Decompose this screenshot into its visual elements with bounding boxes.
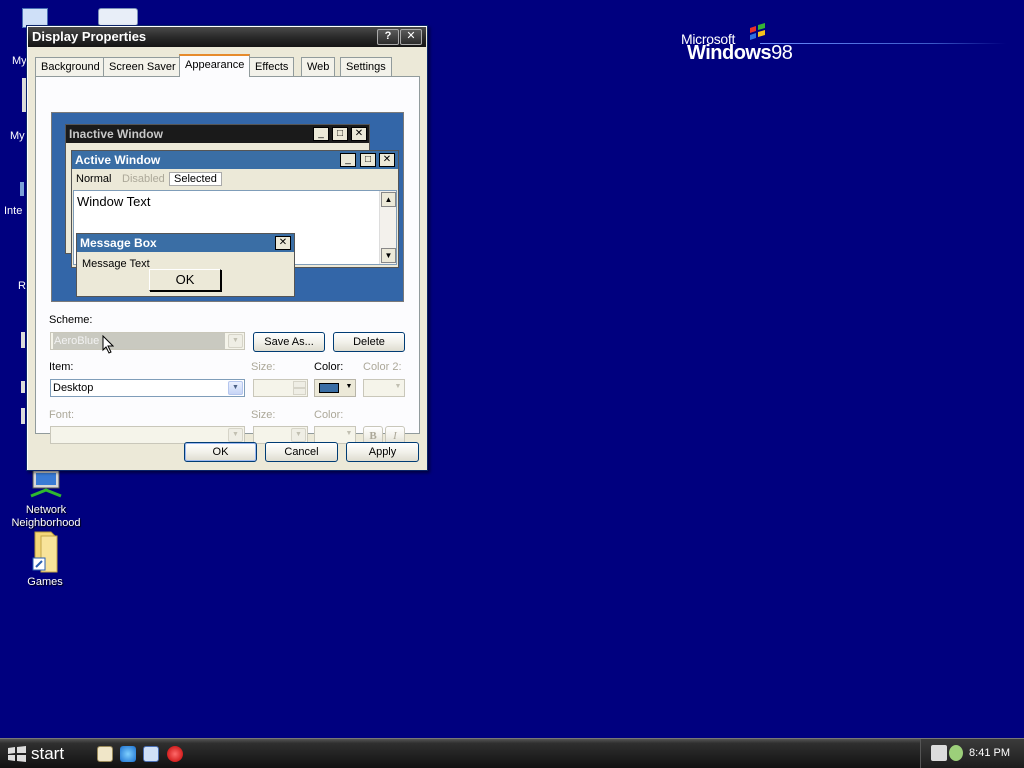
font-size-label: Size: bbox=[251, 409, 276, 421]
color-swatch bbox=[319, 383, 339, 393]
scheme-select[interactable]: AeroBlue ▼ bbox=[50, 332, 245, 350]
tab-web[interactable]: Web bbox=[301, 57, 336, 77]
network-tray-icon[interactable] bbox=[931, 745, 947, 761]
close-icon: ✕ bbox=[406, 30, 416, 42]
start-label: start bbox=[31, 744, 65, 763]
close-icon: ✕ bbox=[379, 153, 395, 167]
network-neighborhood-label-1: Network bbox=[25, 504, 67, 516]
display-properties-dialog: Display Properties ? ✕ Background Screen… bbox=[26, 25, 428, 471]
chevron-down-icon[interactable]: ▼ bbox=[228, 428, 243, 442]
desktop-icon-partial-edge bbox=[21, 332, 25, 348]
preview-message-box: Message Box ✕ Message Text OK bbox=[76, 233, 295, 297]
font-label: Font: bbox=[49, 409, 75, 421]
desktop-icon-outlook-partial[interactable] bbox=[96, 2, 140, 26]
mouse-cursor-icon bbox=[102, 335, 114, 354]
scroll-up-icon: ▲ bbox=[381, 192, 396, 207]
preview-msgbox-titlebar: Message Box bbox=[77, 234, 294, 252]
item-label: Item: bbox=[49, 361, 74, 373]
desktop-label-partial-2: My bbox=[10, 130, 25, 142]
chevron-down-icon[interactable]: ▼ bbox=[344, 381, 354, 395]
close-icon: ✕ bbox=[351, 127, 367, 141]
tab-strip: Background Screen Saver Appearance Effec… bbox=[35, 54, 419, 77]
chevron-down-icon[interactable]: ▼ bbox=[393, 381, 403, 395]
network-neighborhood-label-2: Neighborhood bbox=[11, 517, 81, 529]
desktop-icon-games[interactable]: Games bbox=[12, 530, 78, 589]
taskbar: start 8:41 PM bbox=[0, 738, 1024, 768]
envelope-icon bbox=[98, 8, 138, 26]
apply-button[interactable]: Apply bbox=[346, 442, 419, 462]
chevron-down-icon[interactable]: ▼ bbox=[291, 428, 306, 442]
desktop-label-partial-1: My bbox=[12, 55, 27, 67]
preview-menu-normal: Normal bbox=[76, 173, 112, 185]
size-label: Size: bbox=[251, 361, 276, 373]
item-color-picker[interactable]: ▼ bbox=[314, 379, 356, 397]
spin-up-icon[interactable] bbox=[293, 381, 306, 388]
desktop-label-partial-4: R bbox=[18, 280, 26, 292]
delete-button[interactable]: Delete bbox=[333, 332, 405, 352]
show-desktop-icon[interactable] bbox=[97, 746, 113, 762]
outlook-express-icon[interactable] bbox=[143, 746, 159, 762]
ok-button[interactable]: OK bbox=[184, 442, 257, 462]
appearance-preview: Inactive Window _ □ ✕ Active Window _ □ … bbox=[51, 112, 404, 302]
taskbar-clock[interactable]: 8:41 PM bbox=[969, 747, 1010, 759]
save-as-button[interactable]: Save As... bbox=[253, 332, 325, 352]
font-color-label: Color: bbox=[314, 409, 344, 421]
windows-flag-icon bbox=[750, 23, 765, 40]
tab-appearance[interactable]: Appearance bbox=[179, 54, 251, 77]
start-button[interactable]: start bbox=[0, 740, 80, 768]
volume-tray-icon[interactable] bbox=[949, 745, 963, 761]
close-icon: ✕ bbox=[275, 236, 291, 250]
folder-icon bbox=[32, 531, 58, 573]
tab-effects[interactable]: Effects bbox=[249, 57, 295, 77]
scroll-down-icon: ▼ bbox=[381, 248, 396, 263]
item-color2-picker[interactable]: ▼ bbox=[363, 379, 405, 397]
desktop-label-partial-3: Inte bbox=[4, 205, 23, 217]
dialog-title: Display Properties bbox=[32, 29, 147, 44]
chevron-down-icon[interactable]: ▼ bbox=[228, 381, 243, 395]
close-button[interactable]: ✕ bbox=[400, 29, 422, 45]
media-icon[interactable] bbox=[167, 746, 183, 762]
cancel-button[interactable]: Cancel bbox=[265, 442, 338, 462]
logo-windows-text: Windows98 bbox=[687, 42, 793, 64]
system-tray: 8:41 PM bbox=[920, 739, 1024, 768]
minimize-icon: _ bbox=[340, 153, 356, 167]
internet-explorer-icon[interactable] bbox=[120, 746, 136, 762]
windows-flag-icon bbox=[8, 746, 26, 762]
scheme-label: Scheme: bbox=[49, 314, 93, 326]
tab-background[interactable]: Background bbox=[35, 57, 106, 77]
item-value: Desktop bbox=[53, 382, 94, 394]
desktop-icon-partial-edge bbox=[21, 408, 25, 424]
preview-menu-disabled: Disabled bbox=[122, 173, 165, 185]
spin-down-icon[interactable] bbox=[293, 388, 306, 395]
preview-menu-selected: Selected bbox=[169, 172, 222, 186]
tab-settings[interactable]: Settings bbox=[340, 57, 392, 77]
appearance-panel: Inactive Window _ □ ✕ Active Window _ □ … bbox=[35, 76, 420, 446]
color2-label: Color 2: bbox=[363, 361, 402, 373]
preview-msgbox-text: Message Text bbox=[82, 258, 150, 270]
item-size-stepper[interactable] bbox=[253, 379, 308, 397]
maximize-icon: □ bbox=[360, 153, 376, 167]
preview-window-text: Window Text bbox=[77, 194, 151, 209]
desktop-icon-partial-edge bbox=[20, 182, 24, 196]
chevron-down-icon[interactable]: ▼ bbox=[228, 334, 243, 348]
maximize-icon: □ bbox=[332, 127, 348, 141]
network-icon bbox=[30, 470, 62, 498]
scheme-value: AeroBlue bbox=[53, 333, 225, 349]
preview-scrollbar: ▲ ▼ bbox=[379, 191, 396, 264]
dialog-titlebar[interactable]: Display Properties ? ✕ bbox=[28, 27, 426, 47]
preview-msgbox-ok: OK bbox=[149, 269, 221, 291]
desktop-icon-partial-edge bbox=[21, 381, 25, 393]
games-label: Games bbox=[27, 576, 63, 588]
logo-divider bbox=[760, 43, 1006, 44]
desktop-icon-network-neighborhood[interactable]: Network Neighborhood bbox=[6, 470, 86, 530]
minimize-icon: _ bbox=[313, 127, 329, 141]
color-label: Color: bbox=[314, 361, 344, 373]
chevron-down-icon[interactable]: ▼ bbox=[344, 428, 354, 442]
help-button[interactable]: ? bbox=[377, 29, 399, 45]
item-select[interactable]: Desktop ▼ bbox=[50, 379, 245, 397]
tab-screen-saver[interactable]: Screen Saver bbox=[103, 57, 182, 77]
